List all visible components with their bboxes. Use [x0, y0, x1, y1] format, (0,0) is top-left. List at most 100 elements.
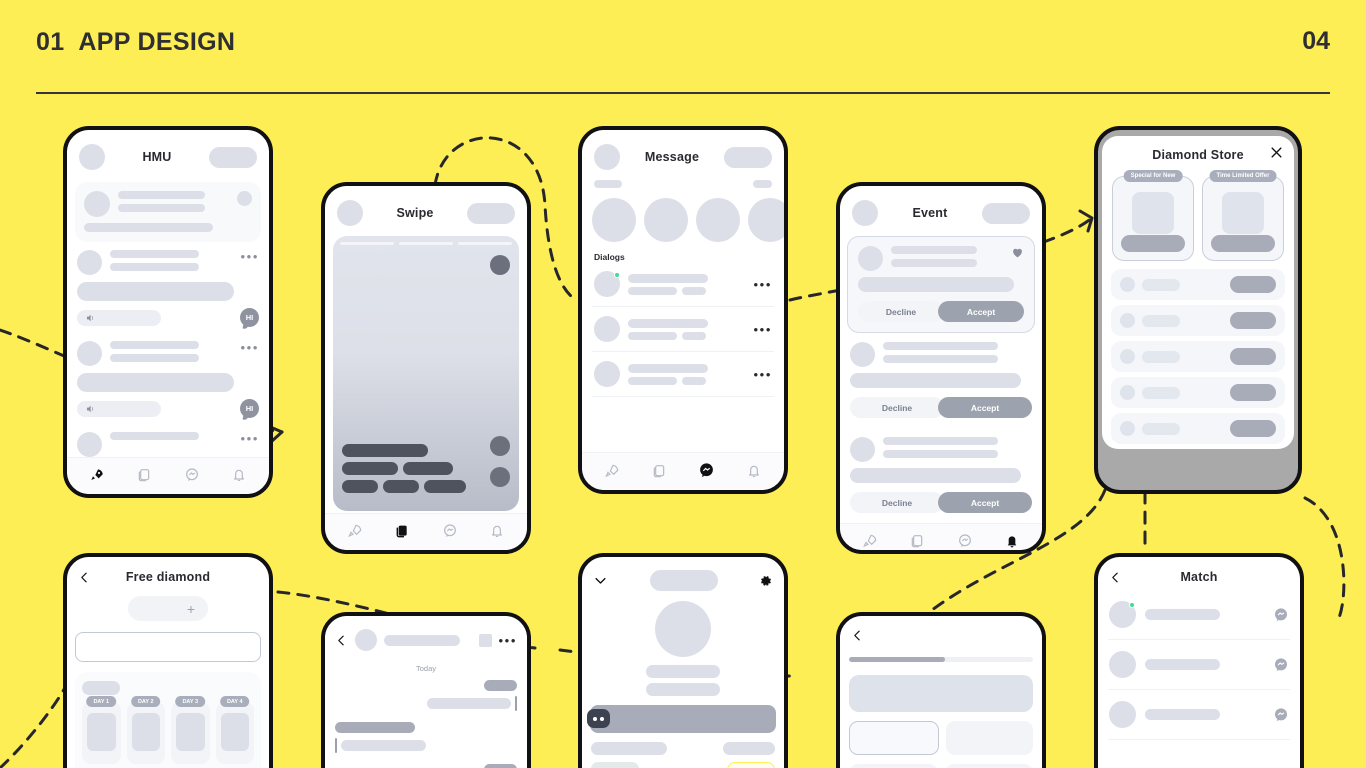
more-icon[interactable]: ••• [754, 278, 772, 291]
more-icon[interactable]: ••• [499, 634, 517, 647]
avatar[interactable] [77, 250, 102, 275]
avatar[interactable] [77, 432, 102, 457]
buy-button[interactable] [1230, 348, 1276, 365]
event-card-highlight[interactable]: Decline Accept [847, 236, 1035, 333]
message-icon[interactable] [1273, 657, 1289, 673]
more-icon[interactable]: ••• [754, 323, 772, 336]
dialog-row[interactable]: ••• [582, 262, 784, 306]
gear-icon[interactable] [759, 574, 773, 588]
day-card[interactable]: DAY 3 [171, 696, 210, 764]
story-avatar[interactable] [696, 198, 740, 242]
voice-note[interactable] [77, 309, 161, 326]
message-icon[interactable] [698, 462, 715, 479]
buy-button[interactable] [1230, 276, 1276, 293]
rocket-icon[interactable] [89, 467, 105, 483]
card-action-top[interactable] [490, 255, 510, 275]
story-avatar[interactable] [644, 198, 688, 242]
buy-button[interactable] [1230, 312, 1276, 329]
offer-card[interactable]: Special for New [1112, 170, 1194, 261]
cards-icon[interactable] [909, 533, 925, 549]
message-icon[interactable] [957, 533, 973, 549]
profile-status-banner[interactable] [587, 705, 776, 733]
avatar[interactable] [1109, 701, 1136, 728]
avatar[interactable] [852, 200, 878, 226]
decline-button[interactable]: Decline [850, 492, 944, 513]
message-icon[interactable] [442, 523, 458, 539]
feed-card-highlight[interactable] [75, 182, 261, 242]
answer-option[interactable] [849, 764, 938, 768]
feed-item[interactable]: ••• HI [67, 333, 269, 424]
offer-card[interactable]: Time Limited Offer [1202, 170, 1284, 261]
more-icon[interactable]: ••• [241, 432, 259, 445]
decline-button[interactable]: Decline [858, 301, 944, 322]
topbar-action-pill[interactable] [467, 202, 515, 224]
close-icon[interactable] [1269, 145, 1284, 160]
store-item-row[interactable] [1111, 341, 1285, 372]
avatar[interactable] [77, 341, 102, 366]
feed-item[interactable]: ••• [67, 424, 269, 457]
avatar[interactable] [850, 342, 875, 367]
answer-option[interactable] [849, 721, 939, 755]
feed-item[interactable]: ••• HI [67, 242, 269, 333]
offer-buy-button[interactable] [1211, 235, 1275, 252]
more-icon[interactable]: ••• [241, 250, 259, 263]
accept-button[interactable]: Accept [938, 397, 1032, 418]
message-icon[interactable] [1273, 607, 1289, 623]
store-item-row[interactable] [1111, 305, 1285, 336]
bell-icon[interactable] [746, 463, 762, 479]
dialog-row[interactable]: ••• [582, 307, 784, 351]
store-item-row[interactable] [1111, 377, 1285, 408]
rocket-icon[interactable] [604, 463, 620, 479]
cards-icon[interactable] [136, 467, 152, 483]
rocket-icon[interactable] [347, 523, 363, 539]
topbar-action-pill[interactable] [208, 146, 257, 168]
card-action-middle[interactable] [490, 436, 510, 456]
swipe-card[interactable] [333, 236, 519, 511]
store-item-row[interactable] [1111, 269, 1285, 300]
avatar[interactable] [594, 316, 620, 342]
avatar-small[interactable] [237, 191, 252, 206]
cards-icon[interactable] [394, 523, 410, 539]
avatar[interactable] [355, 629, 377, 651]
day-card[interactable]: DAY 1 [82, 696, 121, 764]
chevron-left-icon[interactable] [78, 571, 91, 584]
match-row[interactable] [1098, 640, 1300, 689]
primary-action-button[interactable] [727, 762, 775, 768]
avatar[interactable] [850, 437, 875, 462]
bell-icon[interactable] [1004, 533, 1020, 549]
accept-button[interactable]: Accept [938, 301, 1024, 322]
buy-button[interactable] [1230, 420, 1276, 437]
story-avatar[interactable] [748, 198, 784, 242]
event-card[interactable]: Decline Accept [840, 333, 1042, 428]
more-icon[interactable]: ••• [754, 368, 772, 381]
image-icon[interactable] [478, 633, 492, 647]
offer-buy-button[interactable] [1121, 235, 1185, 252]
avatar[interactable] [655, 601, 711, 657]
avatar[interactable] [84, 191, 110, 217]
avatar[interactable] [594, 361, 620, 387]
match-row[interactable] [1098, 590, 1300, 639]
answer-option[interactable] [944, 764, 1033, 768]
message-icon[interactable] [184, 467, 200, 483]
answer-option[interactable] [945, 721, 1033, 755]
topbar-action-pill[interactable] [724, 146, 772, 168]
avatar[interactable] [337, 200, 363, 226]
store-item-row[interactable] [1111, 413, 1285, 444]
heart-icon[interactable] [1011, 246, 1024, 259]
topbar-action-pill[interactable] [981, 202, 1030, 224]
chevron-left-icon[interactable] [1109, 571, 1122, 584]
dialog-row[interactable]: ••• [582, 352, 784, 396]
chevron-left-icon[interactable] [851, 629, 864, 642]
add-diamond-button[interactable]: + [128, 596, 208, 621]
avatar[interactable] [858, 246, 883, 271]
more-icon[interactable]: ••• [241, 341, 259, 354]
story-avatar[interactable] [592, 198, 636, 242]
avatar[interactable] [1109, 651, 1136, 678]
chevron-down-icon[interactable] [593, 573, 608, 588]
action-chip[interactable] [591, 762, 639, 768]
event-card[interactable]: Decline Accept [840, 428, 1042, 523]
avatar[interactable] [79, 144, 105, 170]
rocket-icon[interactable] [862, 533, 878, 549]
message-icon[interactable] [1273, 707, 1289, 723]
day-card[interactable]: DAY 2 [126, 696, 165, 764]
